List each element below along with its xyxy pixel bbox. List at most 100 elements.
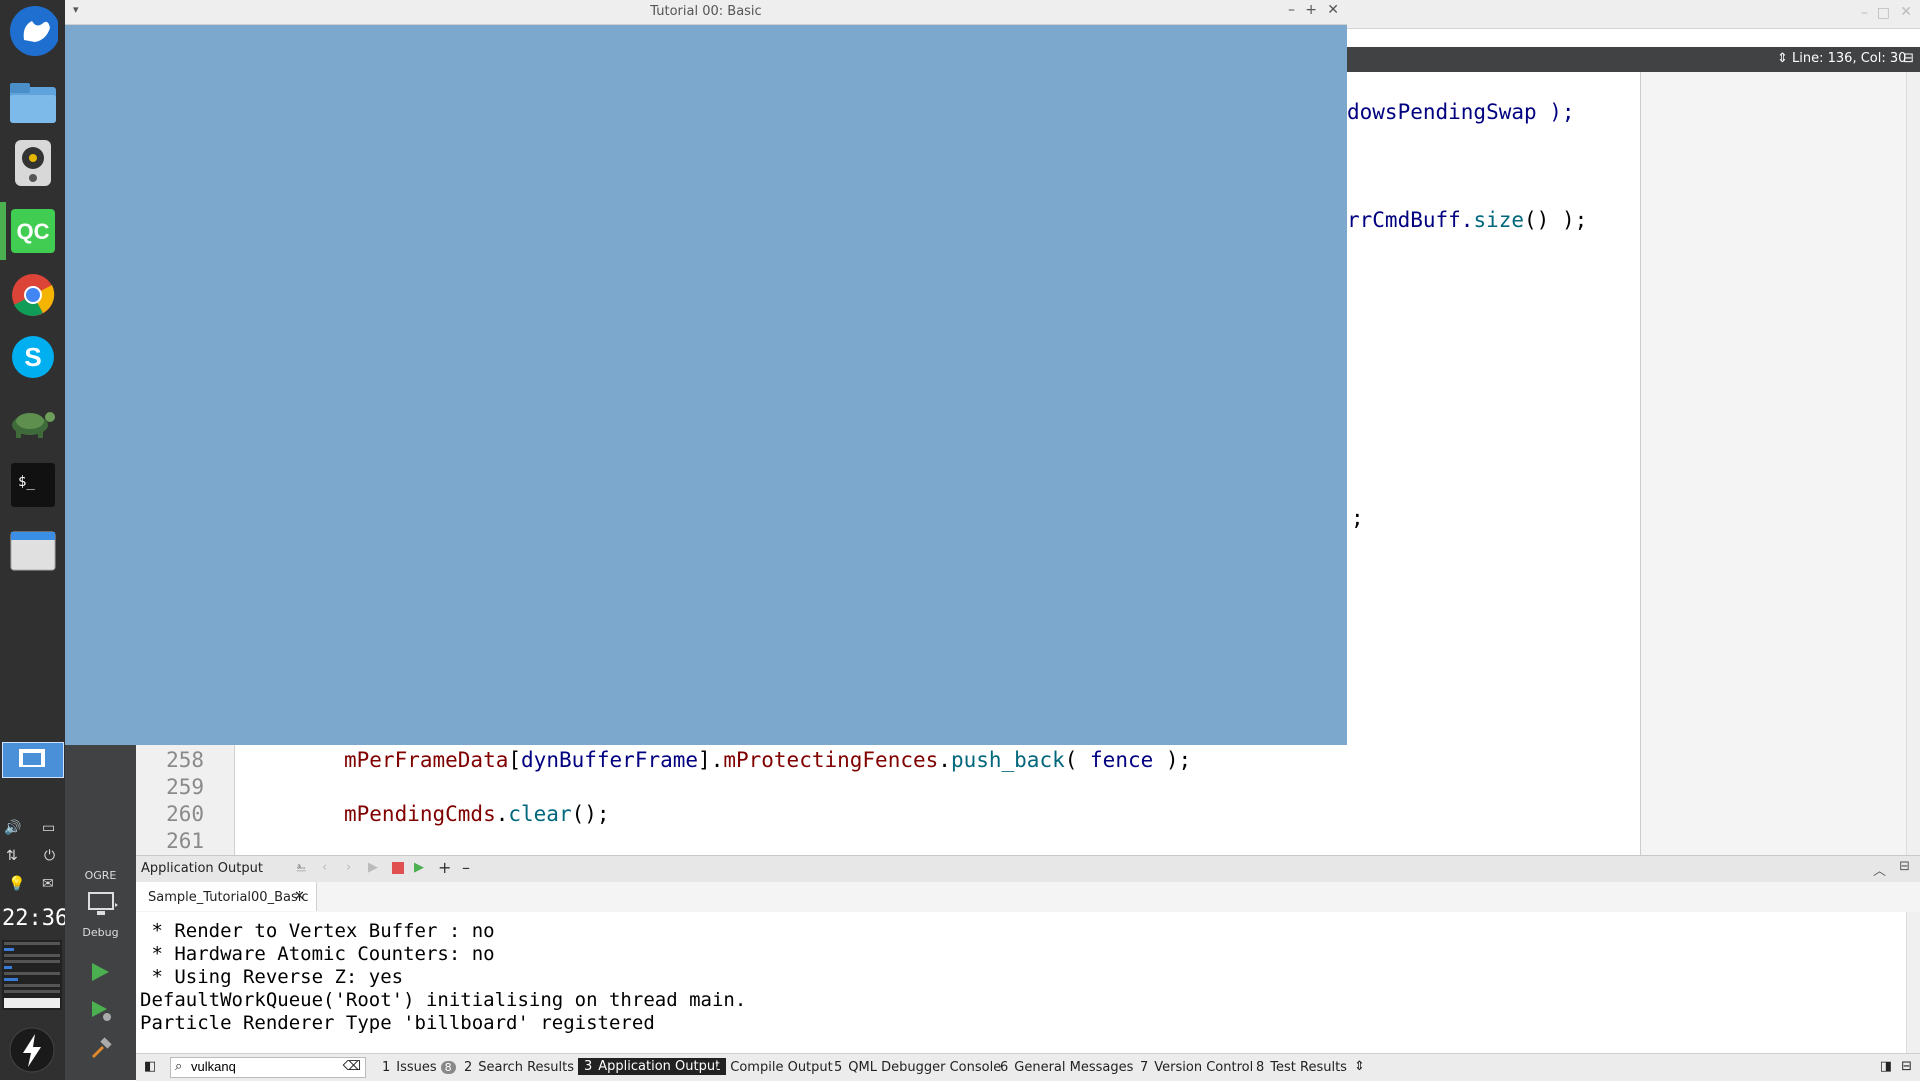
close-icon[interactable]: ✕ [1900, 4, 1912, 20]
output-line: * Using Reverse Z: yes [140, 966, 404, 988]
cursor-position-label: Line: 136, Col: 30 [1792, 51, 1907, 66]
code-fragment: ; [1351, 506, 1364, 530]
mail-icon[interactable]: ✉ [42, 876, 54, 892]
zoom-out-icon[interactable]: – [462, 858, 470, 877]
files-icon[interactable] [8, 78, 58, 128]
pane-label: Compile Output [730, 1060, 833, 1075]
build-hammer-icon[interactable] [89, 1037, 113, 1065]
line-number: 261 [166, 829, 204, 853]
terminal-icon[interactable]: $_ [8, 460, 58, 510]
editor-toolbar: ⇕ Line: 136, Col: 30 ⊟ [1347, 47, 1920, 72]
window-app-icon[interactable] [8, 526, 58, 576]
close-tab-icon[interactable]: ✕ [294, 889, 305, 904]
maximize-icon[interactable]: □ [1877, 5, 1890, 21]
close-pane-icon[interactable]: ⊟ [1899, 859, 1910, 874]
bolt-app-icon[interactable] [8, 1026, 56, 1078]
output-pane-button[interactable]: 7 Version Control [1140, 1060, 1253, 1075]
pane-number: 1 [382, 1060, 391, 1075]
output-pane-button[interactable]: 2 Search Results [464, 1060, 574, 1075]
rerun-icon[interactable]: ▶ [368, 860, 378, 875]
output-pane-button[interactable]: 1 Issues 8 [382, 1060, 456, 1075]
debug-run-icon[interactable] [89, 999, 113, 1027]
output-pane-button[interactable]: 5 QML Debugger Console [834, 1060, 1001, 1075]
run-icon[interactable] [89, 961, 111, 987]
cursor-position[interactable]: ⇕ Line: 136, Col: 30 [1777, 51, 1906, 66]
skype-icon[interactable]: S [8, 332, 58, 382]
next-icon[interactable]: › [346, 860, 351, 875]
power-icon[interactable]: ⏻ [44, 848, 55, 864]
code-token: fence [1090, 748, 1154, 772]
bulb-icon[interactable]: 💡 [8, 876, 25, 892]
output-pane-button[interactable]: 4 Compile Output [716, 1060, 833, 1075]
locator-search[interactable]: ⌕ ⌫ [170, 1057, 366, 1078]
code-token: push_back [950, 748, 1065, 772]
split-icon[interactable]: ⊟ [1903, 51, 1914, 66]
output-toggle-icon[interactable]: ⊟ [1901, 1059, 1912, 1074]
pane-label: General Messages [1014, 1060, 1134, 1075]
pane-label: Issues [396, 1060, 437, 1075]
application-output-text[interactable]: * Render to Vertex Buffer : no * Hardwar… [136, 912, 1906, 1053]
code-editor-lower[interactable]: 258 259 260 261 mPerFrameData[dynBufferFram… [136, 745, 1640, 855]
code-editor-upper[interactable]: dowsPendingSwap ); rrCmdBuff.size() ); ; [1347, 72, 1641, 855]
code-token: (); [571, 802, 610, 826]
clipboard-icon[interactable]: ▭ [42, 820, 55, 836]
more-panes-icon[interactable]: ⇕ [1354, 1059, 1365, 1074]
code-token: ]. [698, 748, 724, 772]
zoom-in-icon[interactable]: + [438, 858, 451, 877]
output-line: DefaultWorkQueue('Root') initialising on… [140, 989, 747, 1011]
toggle-sidebar-icon[interactable]: ◧ [144, 1059, 156, 1074]
output-line: * Render to Vertex Buffer : no [140, 920, 495, 942]
code-token: rrCmdBuff. [1347, 208, 1474, 232]
pane-number: 3 [584, 1059, 593, 1074]
clear-search-icon[interactable]: ⌫ [343, 1059, 361, 1074]
maximize-pane-icon[interactable]: ︿ [1873, 860, 1886, 879]
svg-text:$_: $_ [18, 474, 35, 490]
editor-titlebar: – □ ✕ [1347, 0, 1920, 29]
attach-icon[interactable]: ⎁ [296, 860, 306, 875]
volume-icon[interactable]: 🔊 [4, 820, 21, 836]
chrome-icon[interactable] [8, 270, 58, 320]
locator-search-input[interactable] [191, 1058, 331, 1075]
pane-number: 2 [464, 1060, 473, 1075]
maximize-icon[interactable]: + [1305, 2, 1317, 18]
application-dock: QC S $_ 🔊 ▭ ⇅ ⏻ 💡 ✉ 22:36 [0, 0, 68, 1080]
qtcreator-icon[interactable]: QC [8, 206, 58, 256]
window-title: Tutorial 00: Basic [650, 4, 762, 19]
pane-number: 5 [834, 1060, 843, 1075]
editor-scrollbar[interactable] [1906, 72, 1920, 855]
turtle-app-icon[interactable] [8, 396, 58, 446]
ogre-render-window[interactable]: ▾ Tutorial 00: Basic – + ✕ [65, 0, 1347, 745]
music-player-icon[interactable] [8, 138, 58, 188]
ogre-window-titlebar[interactable]: ▾ Tutorial 00: Basic – + ✕ [65, 0, 1347, 25]
workspace-switcher[interactable] [2, 742, 64, 778]
code-token: () ); [1524, 208, 1588, 232]
code-token: mPendingCmds [344, 802, 496, 826]
prev-icon[interactable]: ‹ [322, 860, 327, 875]
mode-bar: OGRE Debug [65, 745, 136, 1080]
output-pane-button[interactable]: 6 General Messages [1000, 1060, 1133, 1075]
minimize-icon[interactable]: – [1861, 5, 1868, 21]
output-line: * Hardware Atomic Counters: no [140, 943, 495, 965]
code-token: [ [508, 748, 522, 772]
code-token: mPerFrameData [344, 748, 509, 772]
pane-label: QML Debugger Console [848, 1060, 1002, 1075]
line-number: 258 [166, 748, 204, 772]
stop-icon[interactable] [392, 862, 404, 874]
code-token: . [938, 748, 951, 772]
debug-icon[interactable]: ▶ [414, 860, 424, 875]
build-target-selector[interactable] [87, 891, 119, 923]
output-tabs: Sample_Tutorial00_Basic ✕ [136, 882, 1920, 913]
pane-label: Application Output [598, 1059, 721, 1074]
output-pane-button[interactable]: 3 Application Output [578, 1058, 727, 1075]
code-fragment: dowsPendingSwap ); [1347, 100, 1575, 124]
close-icon[interactable]: ✕ [1327, 2, 1339, 18]
output-scrollbar[interactable] [1906, 912, 1920, 1053]
minimize-icon[interactable]: – [1288, 2, 1295, 18]
launcher-icon[interactable] [8, 6, 58, 56]
progress-toggle-icon[interactable]: ◨ [1880, 1059, 1892, 1074]
code-token: mProtectingFences [723, 748, 939, 772]
output-pane-button[interactable]: 8 Test Results [1256, 1060, 1347, 1075]
network-icon[interactable]: ⇅ [6, 848, 18, 864]
clock[interactable]: 22:36 [2, 906, 68, 931]
tab-sample-tutorial[interactable]: Sample_Tutorial00_Basic ✕ [136, 882, 317, 911]
